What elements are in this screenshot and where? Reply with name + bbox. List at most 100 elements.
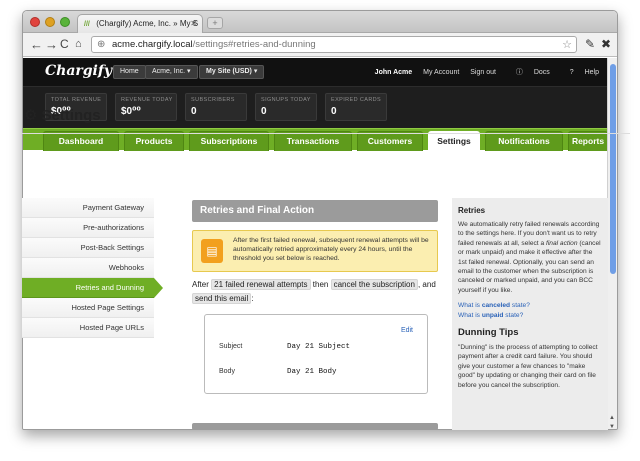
tab-products[interactable]: Products: [124, 131, 184, 151]
sidemenu-item-hosted-page-settings[interactable]: Hosted Page Settings: [22, 298, 154, 318]
canceled-state-link[interactable]: What is canceled state?: [458, 301, 602, 310]
notice-box: ▤ After the first failed renewal, subseq…: [192, 230, 438, 272]
stat-value: 0: [191, 106, 197, 117]
home-button[interactable]: Home: [113, 65, 146, 79]
browser-tab[interactable]: /// (Chargify) Acme, Inc. » My S ✕: [77, 14, 203, 33]
stat-subscribers: SUBSCRIBERS 0: [185, 93, 247, 121]
retries-panel: Retries and Final Action ▤ After the fir…: [192, 200, 438, 394]
sidemenu-item-webhooks[interactable]: Webhooks: [22, 258, 154, 278]
stat-value: $0⁰⁰: [121, 106, 141, 117]
notice-text: After the first failed renewal, subseque…: [233, 237, 429, 262]
sentence-colon: :: [251, 294, 254, 303]
tab-strip: /// (Chargify) Acme, Inc. » My S ✕ +: [23, 11, 617, 33]
sidemenu-item-preauth[interactable]: Pre-authorizations: [22, 218, 154, 238]
my-account-link[interactable]: My Account: [423, 69, 459, 76]
wrench-icon[interactable]: ✖: [601, 37, 611, 51]
stats-bar: TOTAL REVENUE $0⁰⁰ REVENUE TODAY $0⁰⁰ SU…: [23, 86, 609, 126]
edit-email-link[interactable]: Edit: [401, 327, 413, 334]
subject-label: Subject: [219, 343, 243, 350]
address-bar[interactable]: ⊕ acme.chargify.local/settings#retries-a…: [91, 36, 577, 53]
help-link[interactable]: ? Help: [561, 69, 599, 76]
sidemenu-item-retries[interactable]: Retries and Dunning: [22, 278, 163, 298]
help-links: What is canceled state? What is unpaid s…: [458, 301, 602, 320]
sign-out-link[interactable]: Sign out: [470, 69, 496, 76]
stat-value: 0: [331, 106, 337, 117]
close-tab-icon[interactable]: ✕: [190, 19, 197, 28]
help-icon: ?: [569, 69, 576, 76]
sidemenu-item-payment-gateway[interactable]: Payment Gateway: [22, 198, 154, 218]
reload-icon[interactable]: C: [60, 37, 69, 52]
tab-notifications[interactable]: Notifications: [485, 131, 563, 151]
stat-label: SUBSCRIBERS: [191, 97, 235, 103]
tab-title: (Chargify) Acme, Inc. » My S: [96, 19, 199, 28]
body-value: Day 21 Body: [287, 368, 337, 376]
minimize-window-button[interactable]: [45, 17, 55, 27]
browser-toolbar: ← → C ⌂ ⊕ acme.chargify.local/settings#r…: [23, 33, 617, 57]
home-icon[interactable]: ⌂: [75, 37, 82, 52]
page-menu-icon[interactable]: ✎: [585, 37, 595, 51]
maximize-window-button[interactable]: [60, 17, 70, 27]
send-email-select[interactable]: send this email: [192, 293, 252, 304]
stat-label: SIGNUPS TODAY: [261, 97, 311, 103]
page-title: ⚙ Settings: [24, 106, 101, 124]
email-preview-box: Edit Subject Day 21 Subject Body Day 21 …: [204, 314, 428, 394]
app-header: Chargify Home Acme, Inc. ▾ My Site (USD)…: [23, 58, 609, 86]
tab-settings[interactable]: Settings: [428, 131, 480, 151]
chargify-logo[interactable]: Chargify: [45, 63, 112, 79]
unpaid-link-pre: What is: [458, 311, 480, 319]
dunning-tips-text: "Dunning" is the process of attempting t…: [458, 344, 598, 389]
bookmark-star-icon[interactable]: ☆: [562, 38, 572, 51]
subject-value: Day 21 Subject: [287, 343, 351, 351]
vertical-scrollbar[interactable]: ▲ ▼: [607, 58, 617, 429]
forward-arrow-icon[interactable]: →: [45, 37, 58, 52]
unpaid-state-link[interactable]: What is unpaid state?: [458, 311, 602, 320]
docs-icon: ⓘ: [515, 69, 525, 76]
unpaid-link-word: unpaid: [481, 311, 504, 319]
sentence-after: After: [192, 280, 209, 289]
attempts-select[interactable]: 21 failed renewal attempts: [211, 279, 311, 290]
retries-help-text-2: (cancel or mark unpaid) and make it effe…: [458, 239, 601, 294]
final-action-sentence: After 21 failed renewal attempts then ca…: [192, 278, 438, 306]
sidemenu-item-postback[interactable]: Post-Back Settings: [22, 238, 154, 258]
site-dropdown[interactable]: My Site (USD) ▾: [199, 65, 265, 79]
stat-label: EXPIRED CARDS: [331, 97, 382, 103]
close-window-button[interactable]: [30, 17, 40, 27]
stat-label: TOTAL REVENUE: [51, 97, 102, 103]
user-name: John Acme: [374, 69, 413, 76]
retries-help-text: We automatically retry failed renewals a…: [458, 220, 602, 295]
docs-link[interactable]: ⓘ Docs: [507, 69, 550, 76]
unpaid-link-post: state?: [505, 311, 524, 319]
tab-transactions[interactable]: Transactions: [274, 131, 352, 151]
sidemenu-item-hosted-page-urls[interactable]: Hosted Page URLs: [22, 318, 154, 338]
scrollbar-thumb[interactable]: [610, 64, 616, 274]
notepad-icon: ▤: [201, 239, 223, 263]
final-action-select[interactable]: cancel the subscription: [330, 279, 418, 290]
section-title: Retries and Final Action: [192, 200, 438, 222]
header-user-links: John Acme My Account Sign out ⓘ Docs ? H…: [366, 67, 599, 77]
help-sidebar: Retries We automatically retry failed re…: [452, 198, 608, 430]
sentence-and: , and: [417, 280, 436, 289]
help-label: Help: [584, 69, 599, 76]
stat-expired-cards: EXPIRED CARDS 0: [325, 93, 387, 121]
tab-reports[interactable]: Reports: [568, 131, 608, 151]
canceled-link-pre: What is: [458, 302, 480, 310]
scroll-up-arrow-icon[interactable]: ▲: [609, 415, 615, 421]
url-path: /settings#retries-and-dunning: [192, 39, 316, 50]
stat-value: 0: [261, 106, 267, 117]
docs-label: Docs: [533, 69, 550, 76]
retries-help-title: Retries: [458, 206, 486, 215]
next-section-header: [192, 423, 438, 430]
chargify-favicon-icon: ///: [84, 21, 90, 28]
stat-label: REVENUE TODAY: [121, 97, 173, 103]
back-arrow-icon[interactable]: ←: [30, 37, 43, 52]
tab-subscriptions[interactable]: Subscriptions: [189, 131, 269, 151]
main-nav: Dashboard Products Subscriptions Transac…: [23, 126, 609, 151]
tab-dashboard[interactable]: Dashboard: [43, 131, 119, 151]
settings-sidemenu: Payment Gateway Pre-authorizations Post-…: [22, 198, 163, 338]
tab-customers[interactable]: Customers: [357, 131, 423, 151]
scroll-down-arrow-icon[interactable]: ▼: [609, 424, 615, 429]
canceled-link-word: canceled: [481, 302, 511, 310]
account-dropdown[interactable]: Acme, Inc. ▾: [145, 65, 198, 79]
url-host: acme.chargify.local: [112, 39, 193, 50]
new-tab-button[interactable]: +: [207, 17, 223, 29]
